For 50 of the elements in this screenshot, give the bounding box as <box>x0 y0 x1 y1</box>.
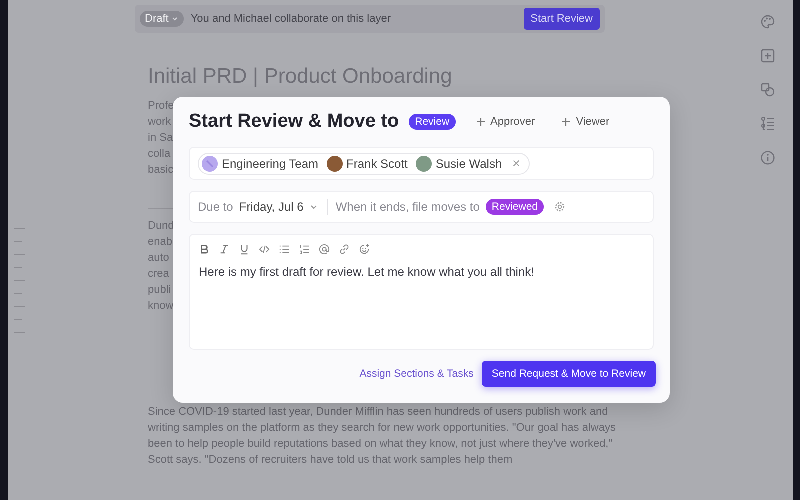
link-icon[interactable] <box>339 244 350 255</box>
info-icon[interactable] <box>760 150 776 166</box>
paragraph-fragment: in Sa <box>148 131 174 146</box>
paragraph-fragment: know <box>148 299 174 314</box>
list-settings-icon[interactable] <box>760 116 776 132</box>
stage-tag: Review <box>409 114 456 130</box>
code-icon[interactable] <box>259 244 270 255</box>
underline-icon[interactable] <box>239 244 250 255</box>
paragraph-fragment: auto <box>148 251 170 266</box>
document-title: Initial PRD | Product Onboarding <box>148 65 454 89</box>
paragraph-fragment: Profe <box>148 99 174 114</box>
add-emoji-icon[interactable] <box>359 244 370 255</box>
add-role-button[interactable]: Approver <box>470 115 542 129</box>
stage-tag: Reviewed <box>486 199 544 215</box>
italic-icon[interactable] <box>219 244 230 255</box>
paragraph-fragment: work <box>148 115 172 130</box>
at-sign-icon[interactable] <box>319 244 330 255</box>
palette-icon[interactable] <box>760 14 776 30</box>
document-paragraph: Since COVID-19 started last year, Dunder Mifflin has seen hundreds of users publish work and writing samples on the platform as they search for new work opportunities. "Our goal has always been to help people build reputations based on what they know, not just where they've worked," Scott says. "Dozens of recruiters have told us that work samples help them <box>148 405 617 468</box>
shapes-icon[interactable] <box>760 82 776 98</box>
start-review-button[interactable]: Start Review <box>524 8 600 30</box>
close-icon[interactable] <box>512 159 522 168</box>
send-request-button[interactable]: Send Request & Move to Review <box>482 361 656 387</box>
paragraph-fragment: basic <box>148 163 174 178</box>
end-label: When it ends, file moves to <box>336 200 480 214</box>
due-label: Due to <box>198 200 234 214</box>
reviewers-field[interactable]: Engineering Team Frank Scott Susie Walsh <box>189 147 654 180</box>
paragraph-fragment: publi <box>148 283 172 298</box>
team-avatar-icon <box>202 156 218 172</box>
paragraph-fragment: colla <box>148 147 171 162</box>
collaboration-message: You and Michael collaborate on this layer <box>190 13 392 25</box>
add-role-button[interactable]: Viewer <box>555 115 616 129</box>
reviewer-name: Susie Walsh <box>436 156 502 170</box>
paragraph-fragment: crea <box>148 267 170 282</box>
reviewer-name: Frank Scott <box>346 156 408 170</box>
plus-icon <box>476 117 486 127</box>
bold-icon[interactable] <box>199 244 210 255</box>
paragraph-fragment: enab <box>148 235 172 250</box>
dialog-title: Start Review & Move to <box>189 111 400 133</box>
bulleted-list-icon[interactable] <box>279 244 290 255</box>
plus-icon <box>561 117 572 127</box>
add-box-icon[interactable] <box>760 48 776 64</box>
assign-sections-link[interactable]: Assign Sections & Tasks <box>360 368 474 380</box>
numbered-list-icon[interactable] <box>299 244 310 255</box>
due-date-dropdown[interactable]: Friday, Jul 6 <box>239 200 319 214</box>
message-editor[interactable]: Here is my first draft for review. Let me know what you all think! <box>189 234 654 350</box>
settings-icon[interactable] <box>554 201 566 213</box>
message-text: Here is my first draft for review. Let me know what you all think! <box>199 265 536 279</box>
reviewer-name: Engineering Team <box>222 156 319 170</box>
caret-icon <box>170 15 179 23</box>
